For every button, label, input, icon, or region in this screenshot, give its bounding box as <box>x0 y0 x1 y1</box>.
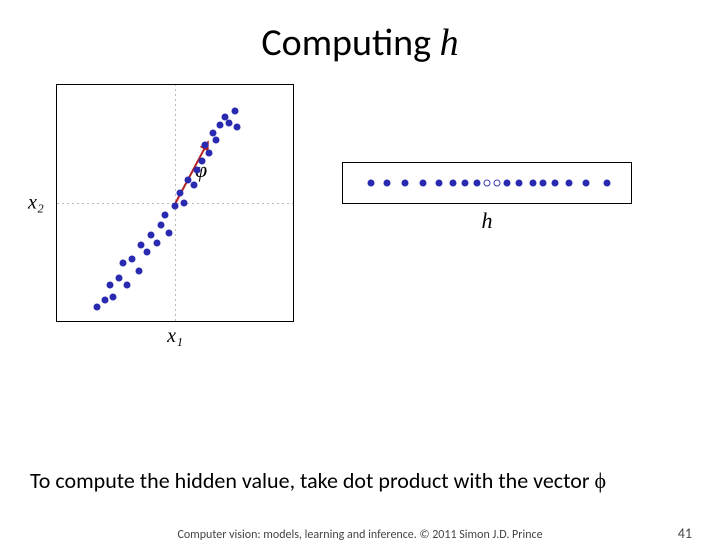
scatter-point <box>124 282 131 289</box>
scatter-point <box>110 294 117 301</box>
scatter-point <box>199 158 206 165</box>
caption-text: To compute the hidden value, take dot pr… <box>30 467 595 494</box>
scatter-point <box>210 130 217 137</box>
projection-point <box>384 180 391 187</box>
caption: To compute the hidden value, take dot pr… <box>0 467 720 494</box>
scatter-point <box>107 282 114 289</box>
projection-point <box>402 180 409 187</box>
projection-label: h <box>482 208 493 234</box>
projection-point <box>474 180 481 187</box>
scatter-point <box>232 108 239 115</box>
projection-point <box>540 180 547 187</box>
projection-point <box>604 180 611 187</box>
scatter-point <box>116 275 123 282</box>
projection-box <box>342 162 632 204</box>
scatter-point <box>120 260 127 267</box>
scatter-point <box>213 137 220 144</box>
scatter-point <box>129 256 136 263</box>
x-axis-label: x₁ <box>167 325 183 348</box>
scatter-plot: φ x₂ x₁ <box>56 84 294 322</box>
slide-title: Computing h <box>0 20 720 66</box>
projection-point <box>494 180 501 187</box>
scatter-point <box>194 167 201 174</box>
scatter-point <box>177 190 184 197</box>
content-row: φ x₂ x₁ h <box>0 84 720 322</box>
projection-point <box>450 180 457 187</box>
scatter-point <box>138 242 145 249</box>
scatter-point <box>202 142 209 149</box>
scatter-point <box>217 122 224 129</box>
title-text: Computing <box>261 20 439 66</box>
projection-point <box>516 180 523 187</box>
y-axis-label: x₂ <box>28 192 44 215</box>
scatter-box: φ <box>56 84 294 322</box>
scatter-point <box>162 212 169 219</box>
projection-plot: h <box>342 162 632 204</box>
scatter-point <box>226 120 233 127</box>
scatter-point <box>144 249 151 256</box>
projection-point <box>552 180 559 187</box>
scatter-point <box>136 268 143 275</box>
scatter-point <box>206 150 213 157</box>
scatter-point <box>94 304 101 311</box>
projection-point <box>484 180 491 187</box>
projection-point <box>420 180 427 187</box>
scatter-point <box>154 240 161 247</box>
projection-point <box>583 180 590 187</box>
scatter-point <box>191 182 198 189</box>
scatter-point <box>172 203 179 210</box>
scatter-point <box>166 230 173 237</box>
page-number: 41 <box>678 525 692 542</box>
scatter-point <box>181 200 188 207</box>
scatter-point <box>158 222 165 229</box>
projection-point <box>504 180 511 187</box>
projection-point <box>436 180 443 187</box>
projection-point <box>462 180 469 187</box>
projection-point <box>530 180 537 187</box>
caption-phi: ϕ <box>595 468 607 493</box>
projection-point <box>368 180 375 187</box>
scatter-point <box>148 232 155 239</box>
scatter-point <box>102 297 109 304</box>
title-var-h: h <box>440 22 459 64</box>
projection-point <box>566 180 573 187</box>
scatter-point <box>234 124 241 131</box>
